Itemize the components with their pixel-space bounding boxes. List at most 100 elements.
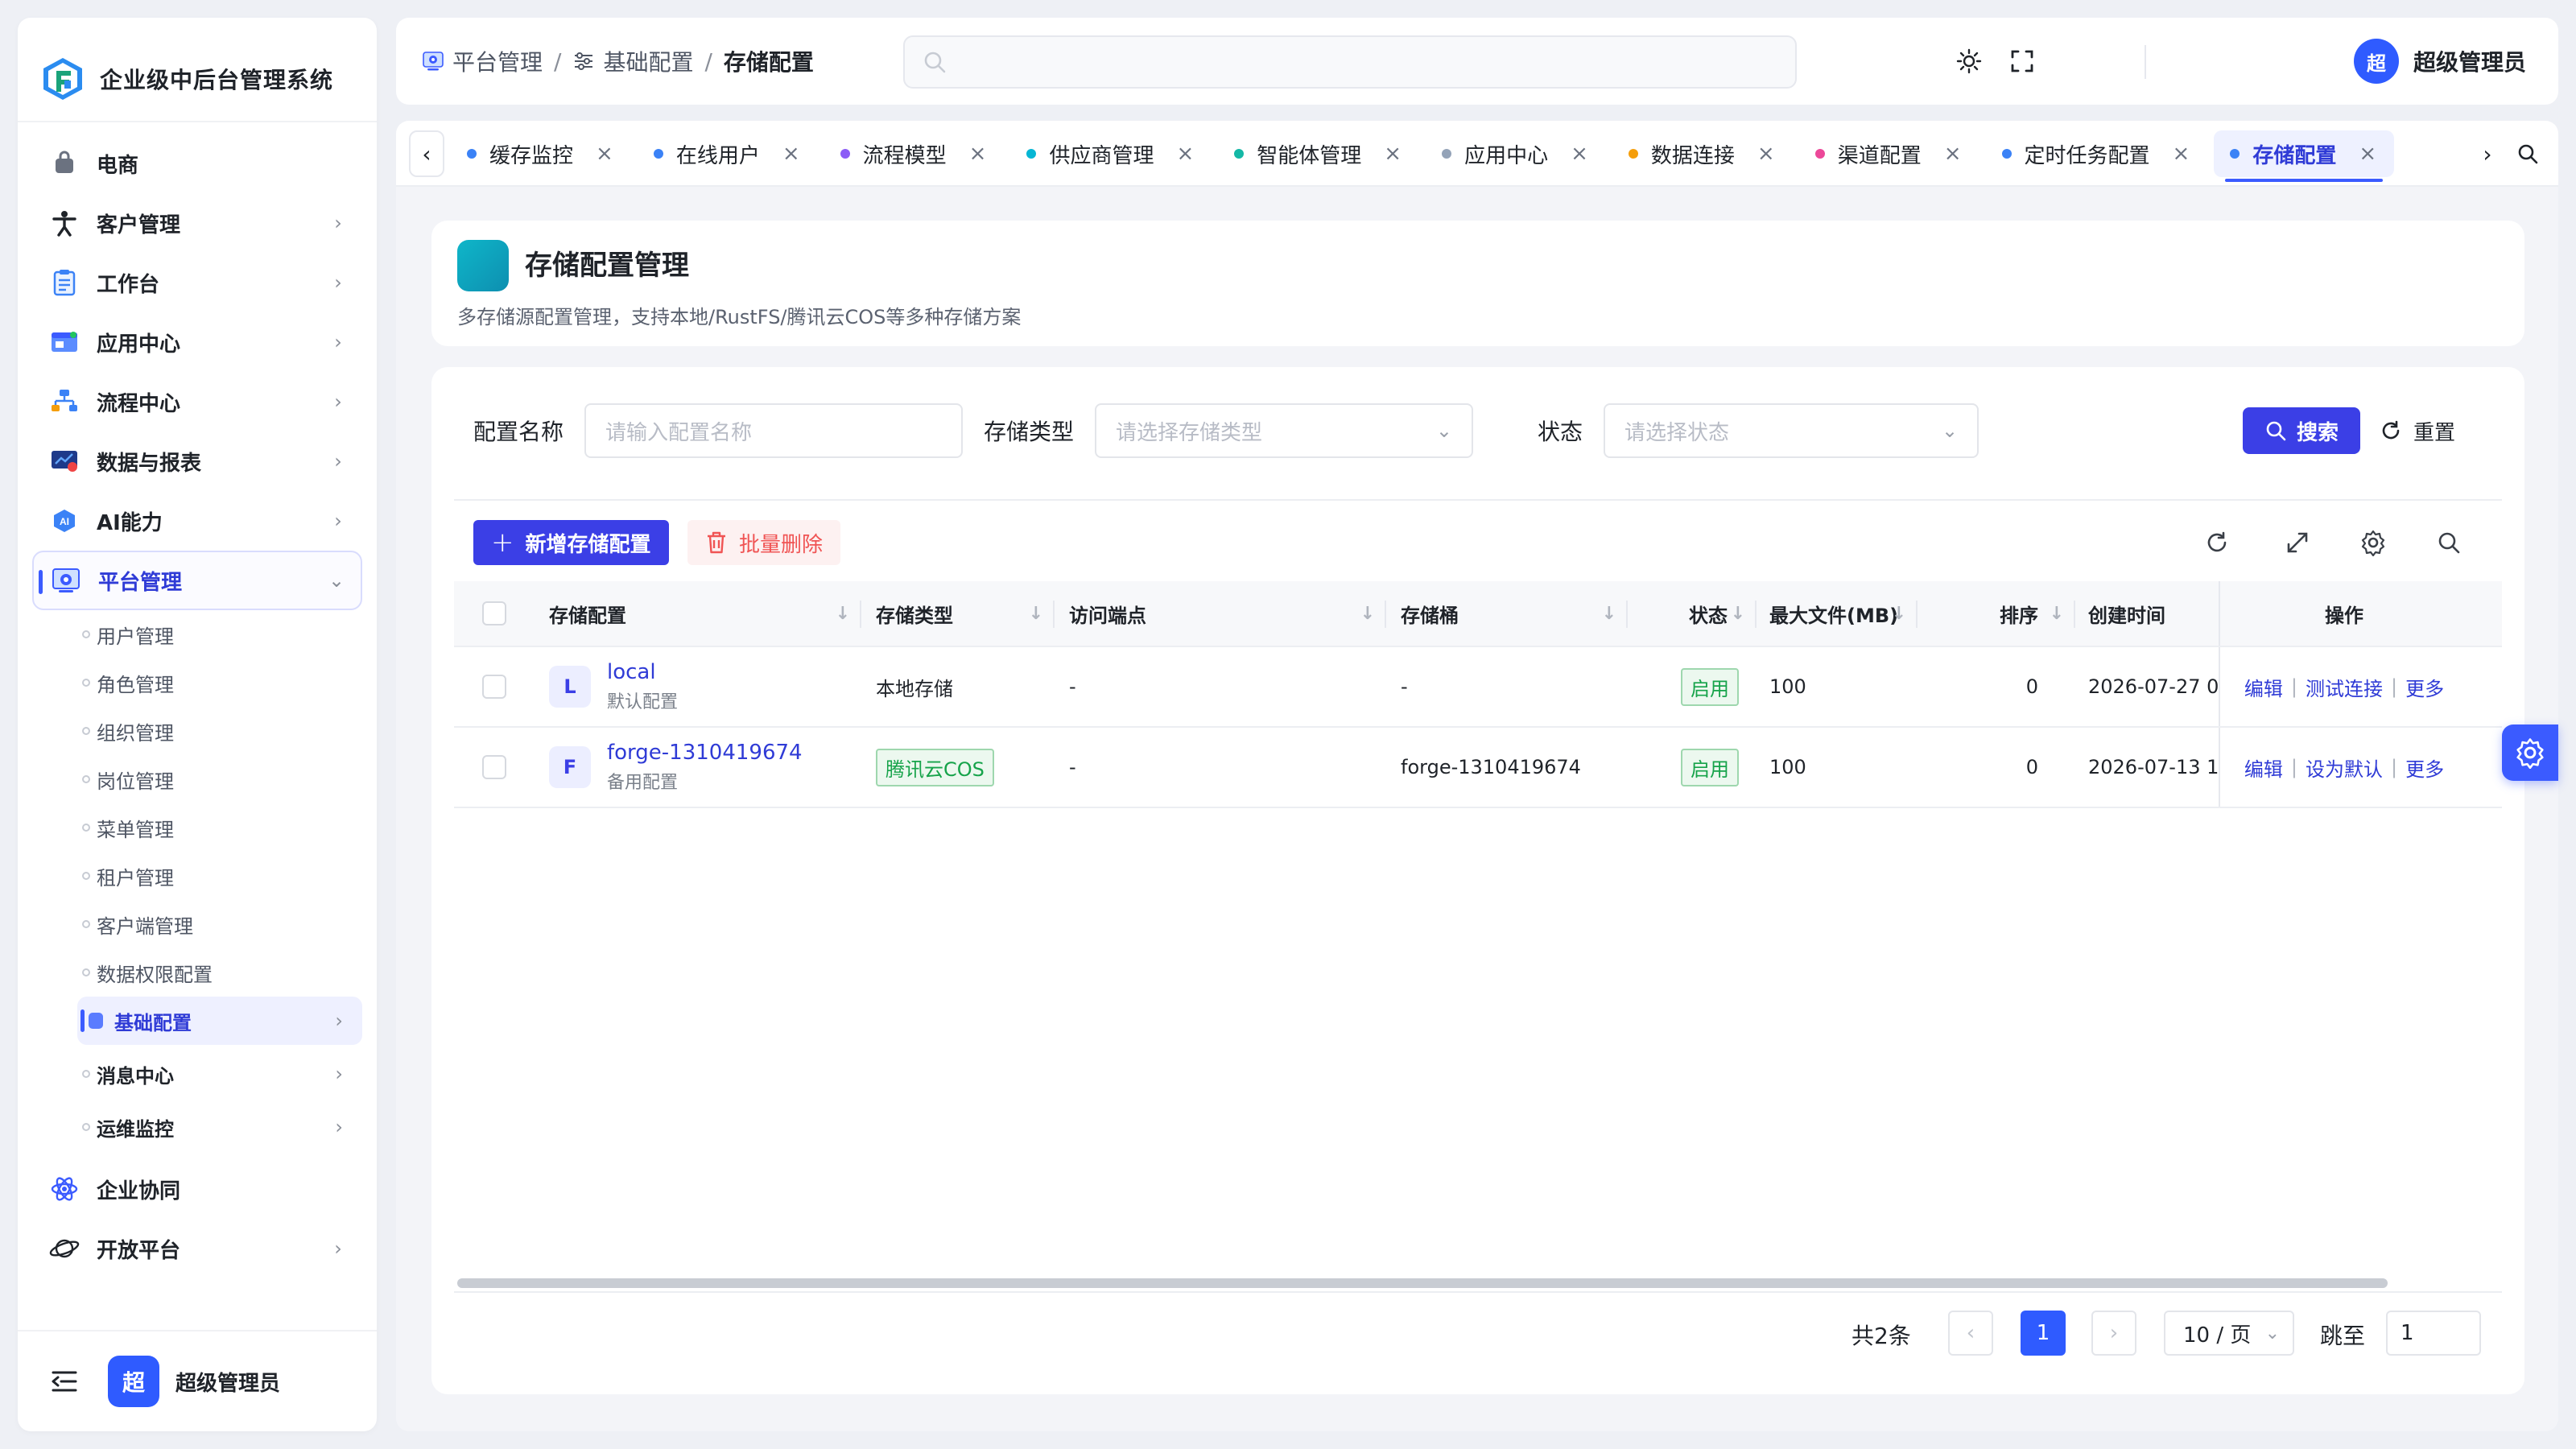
tab-online-users[interactable]: 在线用户 × (638, 130, 818, 177)
more-link[interactable]: 更多 (2405, 753, 2444, 782)
config-name-link[interactable]: local (607, 660, 678, 684)
reset-button[interactable]: 重置 (2380, 407, 2455, 454)
search-button[interactable]: 搜索 (2243, 407, 2360, 454)
theme-sun-icon[interactable] (1953, 45, 1985, 77)
breadcrumb-item-basic-config[interactable]: 基础配置 (572, 45, 693, 77)
breadcrumb: 平台管理 / 基础配置 / 存储配置 (422, 18, 814, 105)
sidebar-item-workbench[interactable]: 工作台 › (32, 253, 362, 312)
close-icon[interactable]: × (1944, 142, 1962, 166)
add-storage-config-button[interactable]: + 新增存储配置 (473, 520, 669, 565)
submenu-item-posts[interactable]: 岗位管理 (77, 755, 362, 803)
submenu-item-tenants[interactable]: 租户管理 (77, 852, 362, 900)
sidebar-item-open-platform[interactable]: 开放平台 › (32, 1219, 362, 1278)
breadcrumb-item-platform[interactable]: 平台管理 (422, 45, 543, 77)
more-link[interactable]: 更多 (2405, 673, 2444, 701)
floating-settings-button[interactable] (2502, 724, 2558, 781)
column-header-max-size[interactable]: 最大文件(MB) ↓ (1757, 581, 1918, 646)
row-checkbox[interactable] (482, 755, 506, 779)
close-icon[interactable]: × (596, 142, 613, 166)
batch-delete-button[interactable]: 批量删除 (687, 520, 841, 565)
tab-app-center[interactable]: 应用中心 × (1426, 130, 1606, 177)
status-select[interactable]: 请选择状态 ⌄ (1604, 403, 1979, 458)
column-header-config[interactable]: 存储配置 ↓ (535, 581, 861, 646)
table-row[interactable]: F forge-1310419674 备用配置 腾讯云COS - forge-1… (454, 728, 2502, 808)
tabs-search-button[interactable] (2510, 130, 2545, 177)
sidebar-item-ecommerce[interactable]: 电商 (32, 134, 362, 193)
column-settings-gear-icon[interactable] (2355, 525, 2391, 560)
page-size-select[interactable]: 10 / 页 ⌄ (2164, 1311, 2294, 1356)
sidebar-item-data-report[interactable]: 数据与报表 › (32, 431, 362, 491)
sidebar-item-ai[interactable]: AI AI能力 › (32, 491, 362, 551)
tab-dot (653, 149, 663, 159)
column-header-sort[interactable]: 排序 ↓ (1918, 581, 2075, 646)
submenu-item-basic-config[interactable]: 基础配置 › (77, 997, 362, 1045)
column-header-created[interactable]: 创建时间 (2075, 581, 2219, 646)
header-user[interactable]: 超 超级管理员 (2353, 37, 2526, 85)
tab-storage-config[interactable]: 存储配置 × (2214, 130, 2395, 182)
user-avatar[interactable]: 超 (108, 1356, 159, 1407)
submenu-item-users[interactable]: 用户管理 (77, 610, 362, 658)
tab-scheduled-tasks[interactable]: 定时任务配置 × (1986, 130, 2208, 177)
sidebar-item-collaboration[interactable]: 企业协同 (32, 1159, 362, 1219)
edit-link[interactable]: 编辑 (2244, 753, 2283, 782)
close-icon[interactable]: × (1757, 142, 1775, 166)
column-header-endpoint[interactable]: 访问端点 ↓ (1055, 581, 1386, 646)
set-default-link[interactable]: 设为默认 (2306, 753, 2383, 782)
tab-supplier-management[interactable]: 供应商管理 × (1010, 130, 1212, 177)
tabs-scroll-left-button[interactable]: ‹ (409, 130, 444, 177)
close-icon[interactable]: × (969, 142, 987, 166)
tabs-scroll-right-button[interactable]: › (2470, 130, 2505, 177)
column-header-type[interactable]: 存储类型 ↓ (861, 581, 1055, 646)
submenu-item-message-center[interactable]: 消息中心 › (77, 1050, 362, 1098)
tab-cache-monitor[interactable]: 缓存监控 × (451, 130, 631, 177)
sidebar-item-customers[interactable]: 客户管理 › (32, 193, 362, 253)
close-icon[interactable]: × (782, 142, 800, 166)
submenu-item-ops-monitor[interactable]: 运维监控 › (77, 1103, 362, 1151)
filter-form: 配置名称 请输入配置名称 存储类型 请选择存储类型 ⌄ 状态 请选择状态 ⌄ (473, 402, 1979, 459)
close-icon[interactable]: × (1176, 142, 1194, 166)
brand[interactable]: 企业级中后台管理系统 (40, 39, 333, 119)
next-page-button[interactable]: › (2091, 1311, 2136, 1356)
tab-agent-management[interactable]: 智能体管理 × (1218, 130, 1419, 177)
table-search-icon[interactable] (2431, 525, 2467, 560)
close-icon[interactable]: × (1571, 142, 1588, 166)
tab-channel-config[interactable]: 渠道配置 × (1799, 130, 1979, 177)
close-icon[interactable]: × (1384, 142, 1402, 166)
column-header-bucket[interactable]: 存储桶 ↓ (1386, 581, 1628, 646)
horizontal-scrollbar[interactable] (457, 1278, 2388, 1288)
submenu-label: 岗位管理 (97, 770, 174, 793)
filter-status-label: 状态 (1538, 419, 1583, 445)
fullscreen-icon[interactable] (2006, 45, 2038, 77)
tab-process-model[interactable]: 流程模型 × (824, 130, 1005, 177)
submenu-item-data-permission[interactable]: 数据权限配置 (77, 948, 362, 997)
expand-icon[interactable] (2280, 525, 2315, 560)
page-size-value: 10 / 页 (2183, 1323, 2252, 1348)
ai-icon: AI (48, 505, 80, 537)
global-search-input[interactable] (903, 35, 1797, 89)
page-number-button[interactable]: 1 (2021, 1311, 2066, 1356)
row-checkbox[interactable] (482, 675, 506, 699)
prev-page-button[interactable]: ‹ (1948, 1311, 1993, 1356)
config-name-link[interactable]: forge-1310419674 (607, 741, 803, 765)
tab-data-connection[interactable]: 数据连接 × (1612, 130, 1793, 177)
collapse-menu-icon[interactable] (50, 1367, 79, 1396)
sidebar-item-platform[interactable]: 平台管理 ⌄ (32, 551, 362, 610)
refresh-table-icon[interactable] (2199, 525, 2235, 560)
close-icon[interactable]: × (2173, 142, 2190, 166)
submenu-item-clients[interactable]: 客户端管理 (77, 900, 362, 948)
column-header-status[interactable]: 状态 ↓ (1628, 581, 1757, 646)
tab-label: 存储配置 (2252, 143, 2337, 168)
jump-page-input[interactable]: 1 (2386, 1311, 2481, 1356)
sidebar-item-app-center[interactable]: 应用中心 › (32, 312, 362, 372)
storage-type-select[interactable]: 请选择存储类型 ⌄ (1095, 403, 1474, 458)
table-row[interactable]: L local 默认配置 本地存储 - - 启用 100 0 2026-07-2… (454, 647, 2502, 728)
sidebar-item-flow-center[interactable]: 流程中心 › (32, 372, 362, 431)
test-connection-link[interactable]: 测试连接 (2306, 673, 2383, 701)
select-all-checkbox[interactable] (482, 601, 506, 625)
submenu-item-menus[interactable]: 菜单管理 (77, 803, 362, 852)
close-icon[interactable]: × (2359, 142, 2376, 166)
edit-link[interactable]: 编辑 (2244, 673, 2283, 701)
submenu-item-orgs[interactable]: 组织管理 (77, 707, 362, 755)
config-name-input[interactable]: 请输入配置名称 (584, 403, 964, 458)
submenu-item-roles[interactable]: 角色管理 (77, 658, 362, 707)
